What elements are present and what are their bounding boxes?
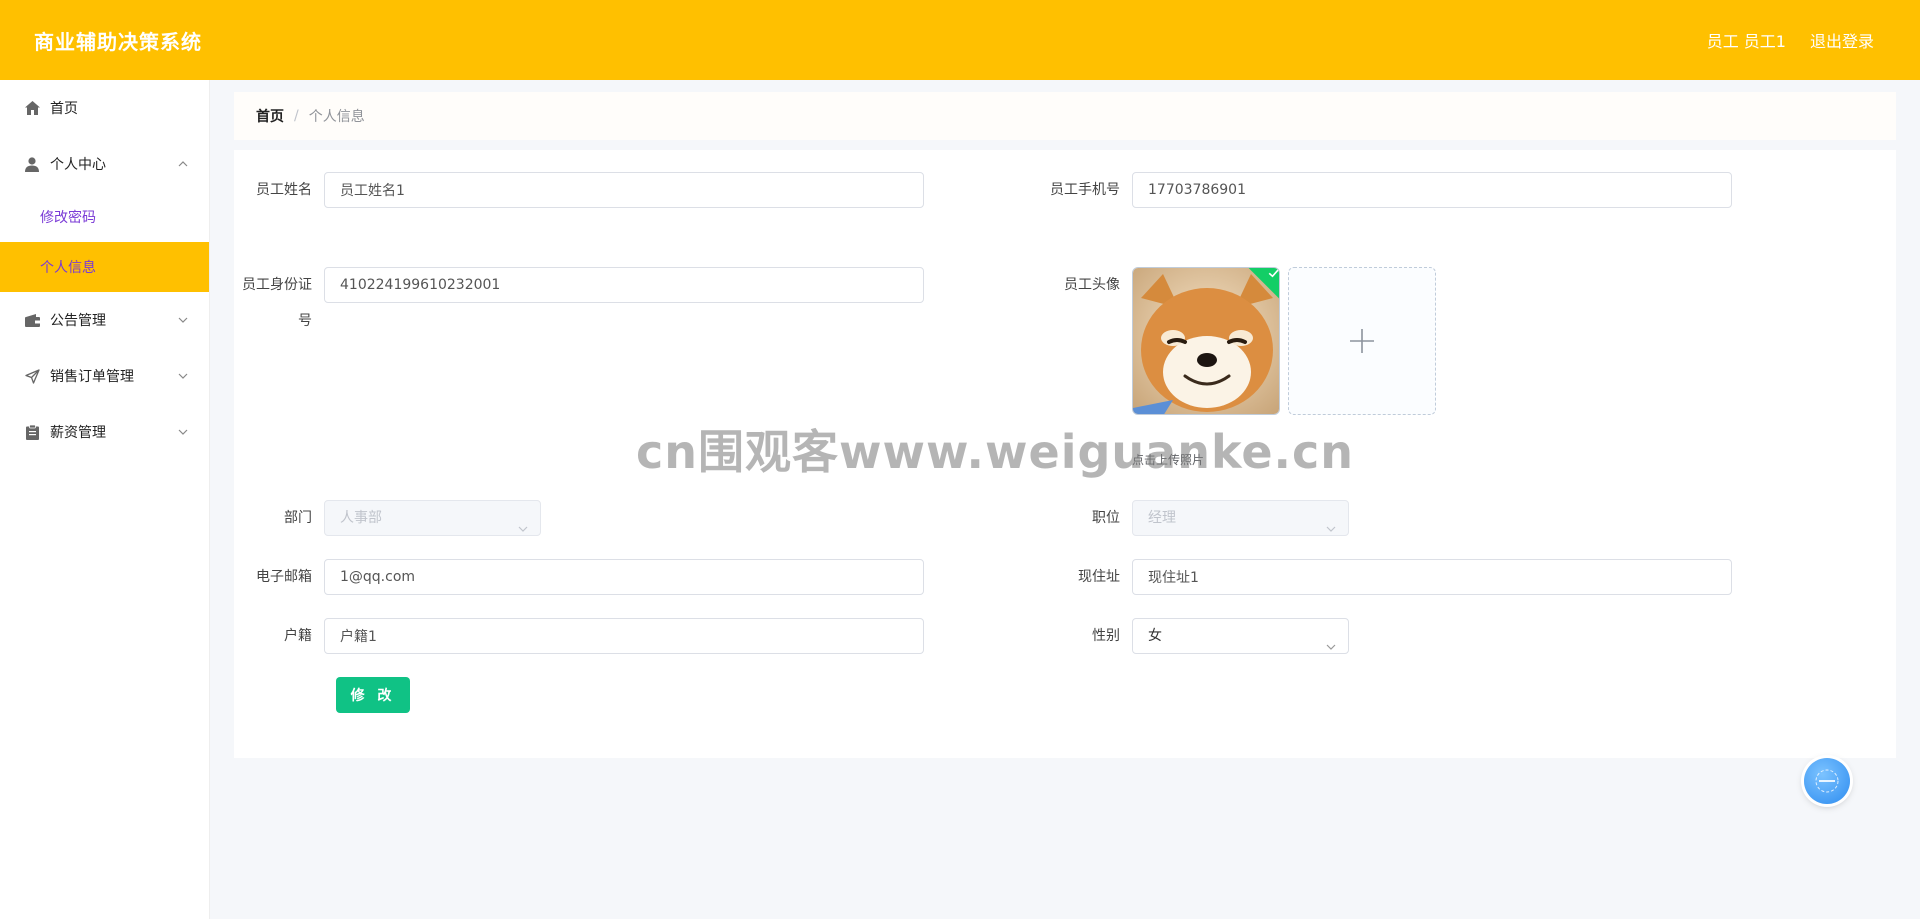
breadcrumb: 首页 / 个人信息 xyxy=(234,92,1896,140)
home-icon xyxy=(24,100,40,116)
logout-button[interactable]: 退出登录 xyxy=(1810,28,1874,52)
sidebar-item-label: 个人中心 xyxy=(50,157,106,173)
avatar-list xyxy=(1132,267,1436,415)
position-value: 经理 xyxy=(1148,510,1176,526)
sidebar-item-label: 薪资管理 xyxy=(50,425,106,441)
avatar-uploader: 点击上传照片 xyxy=(1132,267,1436,468)
avatar-image[interactable] xyxy=(1132,267,1280,415)
form-row-department: 部门 人事部 xyxy=(234,500,541,536)
gender-label: 性别 xyxy=(1092,628,1120,644)
name-input[interactable] xyxy=(324,172,924,208)
chevron-down-icon xyxy=(177,314,189,326)
sidebar-item-sales-orders[interactable]: 销售订单管理 xyxy=(0,348,209,404)
form-row-address: 现住址 xyxy=(1042,559,1732,595)
name-label: 员工姓名 xyxy=(256,182,312,198)
personal-info-form: 员工姓名 员工手机号 员工身份证号 员工头像 xyxy=(234,150,1896,758)
chevron-down-icon xyxy=(518,513,528,532)
phone-input[interactable] xyxy=(1132,172,1732,208)
check-icon xyxy=(1268,269,1279,278)
id-card-label: 员工身份证号 xyxy=(242,277,312,329)
address-input[interactable] xyxy=(1132,559,1732,595)
form-row-phone: 员工手机号 xyxy=(1042,172,1732,244)
upload-button[interactable] xyxy=(1288,267,1436,415)
chevron-down-icon xyxy=(1326,513,1336,532)
wallet-icon xyxy=(24,312,40,328)
position-label: 职位 xyxy=(1092,510,1120,526)
form-row-gender: 性别 女 xyxy=(1042,618,1349,654)
submit-button[interactable]: 修 改 xyxy=(336,677,410,713)
sidebar-subitem-personal-info[interactable]: 个人信息 xyxy=(0,242,209,292)
avatar-label: 员工头像 xyxy=(1064,277,1120,293)
chevron-down-icon xyxy=(177,370,189,382)
chevron-down-icon xyxy=(1326,631,1336,650)
sidebar-item-announcements[interactable]: 公告管理 xyxy=(0,292,209,348)
clipboard-icon xyxy=(24,424,40,440)
department-select[interactable]: 人事部 xyxy=(324,500,541,536)
sidebar-item-label: 首页 xyxy=(50,101,78,117)
sidebar-subitem-change-password[interactable]: 修改密码 xyxy=(0,192,209,242)
app-title: 商业辅助决策系统 xyxy=(34,29,202,54)
chevron-up-icon xyxy=(177,158,189,170)
email-input[interactable] xyxy=(324,559,924,595)
sidebar-item-label: 销售订单管理 xyxy=(50,369,134,385)
position-select[interactable]: 经理 xyxy=(1132,500,1349,536)
gender-select[interactable]: 女 xyxy=(1132,618,1349,654)
chevron-down-icon xyxy=(177,426,189,438)
form-row-email: 电子邮箱 xyxy=(234,559,924,595)
assistant-icon xyxy=(1815,769,1839,793)
plus-icon xyxy=(1350,329,1374,353)
phone-label: 员工手机号 xyxy=(1050,182,1120,198)
form-row-name: 员工姓名 xyxy=(234,172,924,208)
form-row-avatar: 员工头像 点击上传照片 xyxy=(1042,267,1436,468)
sidebar: 首页 个人中心 修改密码 个人信息 公告管理 销售订单管理 薪资管理 xyxy=(0,80,210,919)
form-row-id-card: 员工身份证号 xyxy=(234,267,924,339)
breadcrumb-current: 个人信息 xyxy=(308,109,365,125)
gender-value: 女 xyxy=(1148,628,1162,644)
breadcrumb-separator: / xyxy=(294,108,299,124)
user-icon xyxy=(24,156,40,172)
upload-tip: 点击上传照片 xyxy=(1132,453,1205,467)
hometown-input[interactable] xyxy=(324,618,924,654)
form-row-position: 职位 经理 xyxy=(1042,500,1349,536)
current-user-label: 员工 员工1 xyxy=(1706,32,1786,51)
floating-assistant-button[interactable] xyxy=(1804,758,1850,804)
hometown-label: 户籍 xyxy=(284,628,312,644)
sidebar-item-label: 公告管理 xyxy=(50,313,106,329)
send-icon xyxy=(24,368,40,384)
department-label: 部门 xyxy=(284,510,312,526)
breadcrumb-home-link[interactable]: 首页 xyxy=(256,106,284,126)
header-user-area: 员工 员工1 退出登录 xyxy=(1707,28,1874,52)
form-actions: 修 改 xyxy=(336,677,410,713)
form-row-hometown: 户籍 xyxy=(234,618,924,654)
address-label: 现住址 xyxy=(1078,569,1120,585)
id-card-input[interactable] xyxy=(324,267,924,303)
sidebar-item-salary[interactable]: 薪资管理 xyxy=(0,404,209,460)
sidebar-item-personal-center[interactable]: 个人中心 xyxy=(0,136,209,192)
sidebar-item-home[interactable]: 首页 xyxy=(0,80,209,136)
shiba-dog-photo xyxy=(1133,268,1279,414)
top-header: 商业辅助决策系统 员工 员工1 退出登录 xyxy=(0,0,1920,80)
email-label: 电子邮箱 xyxy=(256,569,312,585)
department-value: 人事部 xyxy=(340,510,382,526)
